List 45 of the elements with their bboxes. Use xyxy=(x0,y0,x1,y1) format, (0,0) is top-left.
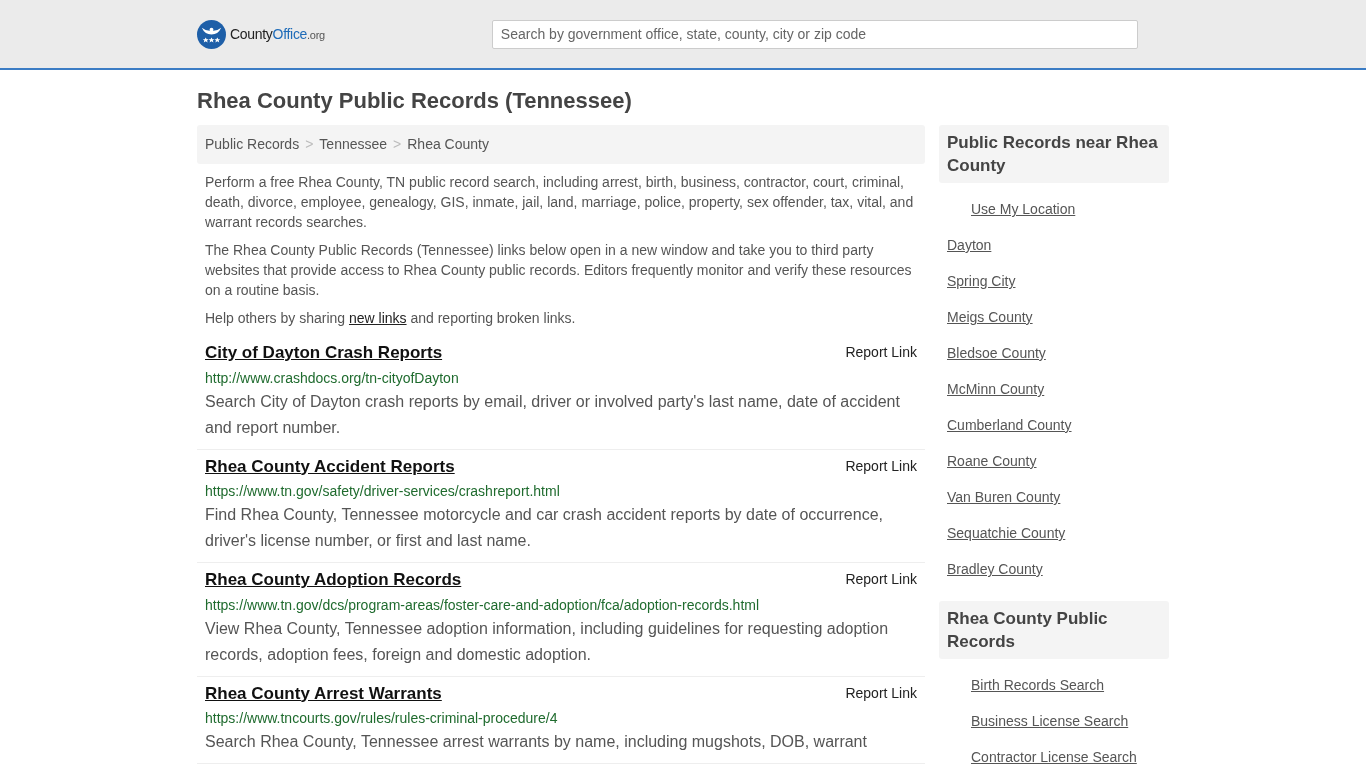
report-link[interactable]: Report Link xyxy=(845,342,917,364)
intro-paragraph: The Rhea County Public Records (Tennessee) links below open in a new window and take you to third party websites that provide access to Rhea County public records. Editors frequently monitor and verify these resources on a routine basis. xyxy=(205,241,913,300)
sidebar-link[interactable]: Cumberland County xyxy=(939,407,1169,443)
sidebar-link[interactable]: Dayton xyxy=(939,227,1169,263)
record-url[interactable]: https://www.tncourts.gov/rules/rules-criminal-procedure/4 xyxy=(205,708,558,729)
breadcrumb-separator: > xyxy=(393,136,402,152)
sidebar-link[interactable]: Sequatchie County xyxy=(939,515,1169,551)
report-link[interactable]: Report Link xyxy=(845,682,917,704)
record-url[interactable]: https://www.tn.gov/dcs/program-areas/foster-care-and-adoption/fca/adoption-records.html xyxy=(205,594,760,616)
breadcrumb-link[interactable]: Tennessee xyxy=(319,136,388,152)
sidebar-link[interactable]: Bradley County xyxy=(939,551,1169,587)
record-description: Find Rhea County, Tennessee motorcycle and car crash accident reports by date of occurrence, driver's license number, or first and last name. xyxy=(205,505,884,551)
record-title-link[interactable]: City of Dayton Crash Reports xyxy=(205,340,443,366)
record-description: View Rhea County, Tennessee adoption information, including guidelines for requesting adoption records, adoption fees, foreign and domestic adoption. xyxy=(205,618,890,665)
new-links-link[interactable]: new links xyxy=(348,310,407,326)
sidebar-link[interactable]: Use My Location xyxy=(939,191,1169,227)
report-link[interactable]: Report Link xyxy=(845,455,917,477)
intro-paragraph: Perform a free Rhea County, TN public record search, including arrest, birth, business, contractor, court, criminal, death, divorce, employee, genealogy, GIS, inmate, jail, land, marriage, police, property, sex offender, tax, vital, and warrant records searches. xyxy=(205,173,915,232)
record-url[interactable]: https://www.tn.gov/safety/driver-services/crashreport.html xyxy=(205,481,560,502)
page-title: Rhea County Public Records (Tennessee) xyxy=(197,87,633,115)
sidebar-link[interactable]: Meigs County xyxy=(939,299,1169,335)
sidebar-link[interactable]: Birth Records Search xyxy=(939,667,1169,703)
record-url[interactable]: http://www.crashdocs.org/tn-cityofDayton xyxy=(205,367,459,389)
record-description: Search Rhea County, Tennessee arrest warrants by name, including mugshots, DOB, warrant xyxy=(205,732,868,752)
record-title-link[interactable]: Rhea County Arrest Warrants xyxy=(205,680,442,706)
record-title-link[interactable]: Rhea County Adoption Records xyxy=(205,567,462,593)
record-title-link[interactable]: Rhea County Accident Reports xyxy=(205,453,455,479)
record-description: Search City of Dayton crash reports by email, driver or involved party's last name, date of accident and report number. xyxy=(205,391,901,438)
eagle-logo-icon[interactable] xyxy=(197,19,226,49)
sidebar-link[interactable]: Contractor License Search xyxy=(939,739,1169,768)
sidebar-link[interactable]: McMinn County xyxy=(939,371,1169,407)
sidebar-link[interactable]: Van Buren County xyxy=(939,479,1169,515)
sidebar-heading: Public Records near Rhea County xyxy=(939,125,1169,183)
search-field[interactable]: Search by government office, state, county, city or zip code xyxy=(491,19,1138,49)
sidebar-link[interactable]: Bledsoe County xyxy=(939,335,1169,371)
breadcrumb-separator: > xyxy=(305,136,314,152)
site-logo-text[interactable]: CountyOffice.org xyxy=(230,23,325,45)
help-text: Help others by sharing new links and reporting broken links. xyxy=(205,309,577,328)
sidebar-heading: Rhea County Public Records xyxy=(939,601,1169,659)
sidebar-link[interactable]: Roane County xyxy=(939,443,1169,479)
sidebar-link[interactable]: Spring City xyxy=(939,263,1169,299)
breadcrumb-link[interactable]: Rhea County xyxy=(407,136,489,152)
breadcrumb-link[interactable]: Public Records xyxy=(205,136,300,152)
report-link[interactable]: Report Link xyxy=(845,569,917,591)
sidebar-link[interactable]: Business License Search xyxy=(939,703,1169,739)
